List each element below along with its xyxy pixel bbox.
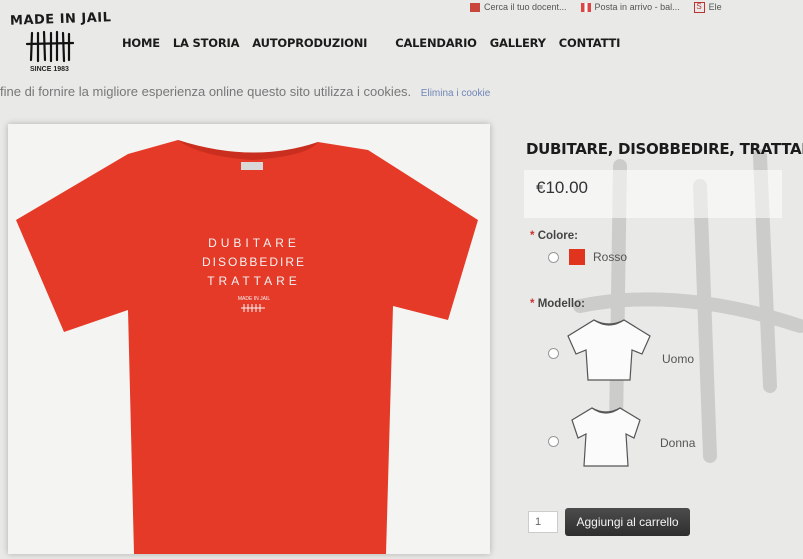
logo[interactable]: MADE IN JAIL SINCE 1983: [6, 10, 116, 82]
cookie-notice: fine di fornire la migliore esperienza o…: [0, 84, 803, 100]
nav-gallery[interactable]: GALLERY: [490, 36, 546, 50]
print-line-2: DISOBBEDIRE: [202, 255, 306, 269]
nav-contatti[interactable]: CONTATTI: [559, 36, 621, 50]
color-option-label: Rosso: [593, 250, 628, 264]
men-tshirt-icon[interactable]: [564, 316, 654, 384]
product-title: DUBITARE, DISOBBEDIRE, TRATTARE: [526, 140, 803, 158]
model-option-donna-label: Donna: [660, 436, 696, 450]
quantity-input[interactable]: 1: [528, 511, 558, 533]
color-option-rosso[interactable]: Rosso: [548, 249, 627, 265]
delete-cookie-link[interactable]: Elimina i cookie: [421, 88, 490, 99]
add-to-cart-button[interactable]: Aggiungi al carrello: [565, 508, 690, 536]
color-label: * Colore:: [530, 230, 578, 242]
model-option-uomo[interactable]: [548, 348, 559, 359]
cookie-text: fine di fornire la migliore esperienza o…: [0, 84, 412, 99]
nav-home[interactable]: HOME: [122, 36, 160, 50]
model-label-text: Modello:: [537, 298, 585, 310]
main-nav: HOME LA STORIA AUTOPRODUZIONI CALENDARIO…: [122, 36, 633, 50]
tally-marks-icon: [26, 30, 74, 63]
model-option-donna[interactable]: [548, 436, 559, 447]
nav-autoproduzioni[interactable]: AUTOPRODUZIONI: [252, 36, 367, 50]
logo-text: MADE IN JAIL: [9, 10, 112, 29]
model-option-uomo-label: Uomo: [662, 352, 695, 366]
nav-calendario[interactable]: CALENDARIO: [395, 36, 477, 50]
product-details: DUBITARE, DISOBBEDIRE, TRATTARE €10.00 *…: [520, 126, 803, 554]
red-color-swatch[interactable]: [569, 249, 585, 265]
site-header: MADE IN JAIL SINCE 1983 HOME LA STORIA A…: [0, 8, 803, 78]
product-price: €10.00: [536, 178, 588, 197]
model-radio-donna[interactable]: [548, 436, 559, 447]
required-mark: *: [530, 230, 535, 242]
color-label-text: Colore:: [537, 230, 578, 242]
color-radio[interactable]: [548, 251, 559, 263]
required-mark: *: [530, 298, 535, 310]
logo-since: SINCE 1983: [30, 66, 69, 73]
print-logo-small: MADE IN JAIL: [238, 296, 270, 302]
tshirt-shape: [16, 140, 478, 554]
model-radio-uomo[interactable]: [548, 348, 559, 359]
model-label: * Modello:: [530, 298, 585, 310]
print-line-1: DUBITARE: [208, 236, 300, 250]
women-tshirt-icon[interactable]: [566, 404, 646, 470]
product-image-panel[interactable]: DUBITARE DISOBBEDIRE TRATTARE MADE IN JA…: [8, 124, 490, 554]
print-line-3: TRATTARE: [207, 274, 301, 288]
nav-la-storia[interactable]: LA STORIA: [173, 36, 240, 50]
red-tshirt-image: DUBITARE DISOBBEDIRE TRATTARE MADE IN JA…: [16, 140, 478, 554]
